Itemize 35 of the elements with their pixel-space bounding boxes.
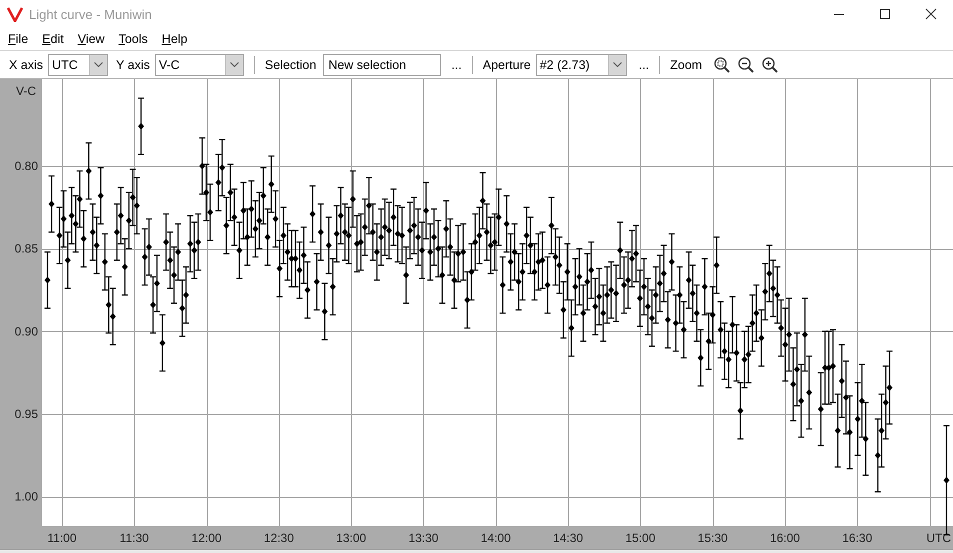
more-button[interactable]: ...	[634, 58, 654, 72]
menu-item[interactable]: View	[78, 32, 105, 46]
axis-tick-label: 15:00	[625, 531, 656, 545]
menu-item[interactable]: Edit	[42, 32, 64, 46]
axis-tick-label: 0.90	[14, 324, 38, 338]
y-axis-label: Y axis	[116, 58, 150, 72]
axis-tick-label: 13:30	[408, 531, 438, 545]
aperture-dropdown[interactable]: #2 (2.73)	[536, 54, 627, 76]
axis-tick-label: 1.00	[14, 490, 38, 504]
y-axis-dropdown[interactable]: V-C	[154, 54, 244, 76]
axis-tick-label: 11:00	[47, 531, 77, 545]
x-axis-label: X axis	[9, 58, 44, 72]
axis-tick-label: 14:00	[480, 531, 511, 545]
axis-tick-label: 16:00	[770, 531, 800, 545]
axis-tick-label: 12:30	[264, 531, 294, 545]
zoom-label: Zoom	[670, 58, 702, 72]
more-button[interactable]: ...	[447, 58, 466, 72]
axis-tick-label: 0.85	[14, 242, 38, 256]
axis-tick-label: 11:30	[120, 531, 149, 545]
window-title: Light curve - Muniwin	[29, 6, 152, 22]
x-axis-dropdown[interactable]: UTC	[48, 54, 108, 76]
axis-tick-label: 16:30	[842, 531, 872, 545]
axis-tick-label: 12:00	[192, 531, 222, 545]
selection-field[interactable]: New selection	[323, 54, 442, 76]
axis-tick-label: 14:30	[553, 531, 584, 545]
axis-title: V-C	[16, 84, 36, 98]
menu-item[interactable]: Tools	[118, 32, 148, 46]
selection-label: Selection	[264, 58, 316, 72]
axis-tick-label: 0.80	[14, 159, 38, 173]
axis-tick-label: 0.95	[14, 407, 38, 422]
menu-item[interactable]: Help	[162, 32, 188, 46]
axis-tick-label: 15:30	[698, 531, 728, 545]
menu-item[interactable]: File	[8, 32, 28, 46]
aperture-label: Aperture	[482, 58, 531, 72]
axis-tick-label: 13:00	[336, 531, 366, 545]
